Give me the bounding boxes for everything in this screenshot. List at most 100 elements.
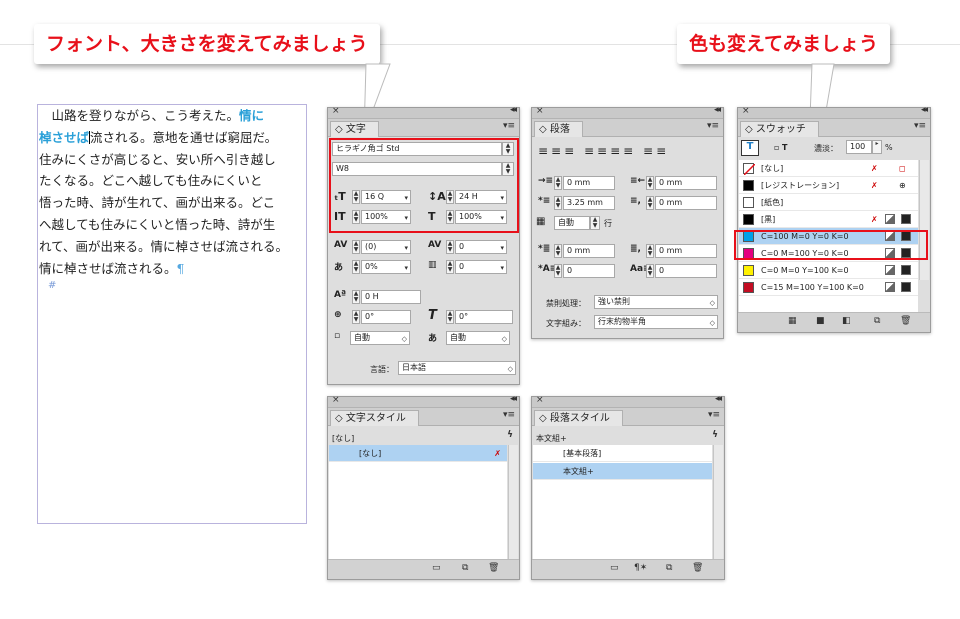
panel-menu-icon[interactable]: ▾≡ [914,121,926,131]
tab-swatches[interactable]: ◇ スウォッチ [740,121,819,137]
last-line-indent-field[interactable]: 0 mm [655,196,717,210]
text-line-7: れて、画が出来る。情に棹させば流される。 [39,238,289,254]
collapse-icon[interactable]: ◂◂ [714,105,721,115]
trash-icon[interactable]: 🗑 [900,316,911,326]
collapse-icon[interactable]: ◂◂ [510,394,517,404]
new-swatch-icon[interactable]: ⧉ [874,316,880,326]
clear-overrides-icon[interactable]: ¶✶ [634,563,647,573]
dropcap-n-stepper[interactable]: ▲ ▼ [646,264,654,278]
left-indent-field[interactable]: 0 mm [563,176,615,190]
tracking-field[interactable]: 0 ▾ [455,240,507,254]
folder-icon[interactable]: ▭ [610,563,619,573]
fill-stroke-icon[interactable]: T [741,140,759,156]
tracking-stepper[interactable]: ▲ ▼ [446,240,454,254]
tab-character-styles[interactable]: ◇ 文字スタイル [330,410,419,426]
skew-field[interactable]: 0° [455,310,513,324]
para-style-item[interactable]: [基本段落] [533,445,712,462]
aki-stepper[interactable]: ▲ ▼ [446,260,454,274]
text-line-8: 情に棹させば流される。¶ [39,260,185,276]
dropcap-chars-stepper[interactable]: ▲ ▼ [554,264,562,278]
show-all-swatches-icon[interactable]: ▦ [788,316,797,326]
mojikumi-select[interactable]: 行末約物半角 ◇ [594,315,718,329]
language-select[interactable]: 日本語 ◇ [398,361,516,375]
swatch-item[interactable]: [レジストレーション] ✗ ⊕ [739,177,918,194]
tint-label: 濃淡： [814,144,838,153]
panel-menu-icon[interactable]: ▾≡ [503,410,515,420]
first-line-indent-stepper[interactable]: ▲ ▼ [554,196,562,210]
current-char-style: [なし] [332,434,355,443]
baseline-shift-field[interactable]: 0 H [361,290,421,304]
new-style-icon[interactable]: ⧉ [666,563,672,573]
collapse-icon[interactable]: ◂◂ [921,105,928,115]
collapse-icon[interactable]: ◂◂ [510,105,517,115]
tint-slider-button[interactable]: ▸ [872,140,882,154]
folder-icon[interactable]: ▭ [432,563,441,573]
close-icon[interactable]: × [536,106,544,116]
paragraph-panel: × ◂◂ ◇ 段落 ▾≡ ≡≡≡ ≡≡≡≡ ≡≡ →≡ ▲ ▼ 0 mm ≡← ▲ ▼ … [531,105,724,339]
close-icon[interactable]: × [742,106,750,116]
dropcap-n-field[interactable]: 0 [655,264,717,278]
collapse-icon[interactable]: ◂◂ [715,394,722,404]
close-icon[interactable]: × [536,395,544,405]
kerning-stepper[interactable]: ▲ ▼ [352,240,360,254]
dropcap-lines-select[interactable]: 自動 [554,216,590,230]
kerning-field[interactable]: (0) ▾ [361,240,411,254]
space-before-stepper[interactable]: ▲ ▼ [554,244,562,258]
alignment-buttons[interactable]: ≡≡≡ ≡≡≡≡ ≡≡ [538,144,669,158]
swatch-item[interactable]: C=0 M=0 Y=100 K=0 [739,262,918,279]
container-text-toggle[interactable]: ▫ T [774,143,787,152]
aki-field[interactable]: 0 ▾ [455,260,507,274]
tsume-stepper[interactable]: ▲ ▼ [352,260,360,274]
baseline-shift-stepper[interactable]: ▲ ▼ [352,290,360,304]
swatch-chip [743,282,754,293]
aki-before-select[interactable]: 自動 ◇ [350,331,410,345]
new-style-icon[interactable]: ⧉ [462,563,468,573]
para-style-item-selected[interactable]: 本文組+ [533,463,712,480]
space-after-stepper[interactable]: ▲ ▼ [646,244,654,258]
close-icon[interactable]: × [332,395,340,405]
right-indent-icon: ≡← [630,176,646,186]
text-frame[interactable]: 山路を登りながら、こう考えた。情に 棹させば流される。意地を通せば窮屈だ。 住み… [37,104,307,524]
last-line-indent-stepper[interactable]: ▲ ▼ [646,196,654,210]
show-color-swatches-icon[interactable]: ■ [816,316,825,326]
swatch-item[interactable]: C=15 M=100 Y=100 K=0 [739,279,918,296]
first-line-indent-field[interactable]: 3.25 mm [563,196,615,210]
close-icon[interactable]: × [332,106,340,116]
panel-menu-icon[interactable]: ▾≡ [707,121,719,131]
show-gradient-swatches-icon[interactable]: ◧ [842,316,851,326]
skew-stepper[interactable]: ▲ ▼ [446,310,454,324]
tint-field[interactable]: 100 [846,140,872,154]
aki-after-select[interactable]: 自動 ◇ [446,331,510,345]
dropcap-chars-field[interactable]: 0 [563,264,615,278]
color-highlight-box [734,230,928,260]
lightning-icon[interactable]: ϟ [712,430,718,440]
rotate-stepper[interactable]: ▲ ▼ [352,310,360,324]
space-after-field[interactable]: 0 mm [655,244,717,258]
panel-menu-icon[interactable]: ▾≡ [503,121,515,131]
lightning-icon[interactable]: ϟ [507,430,513,440]
process-color-icon [885,265,895,275]
swatch-scrollbar[interactable] [919,160,929,280]
char-style-scrollbar[interactable] [508,445,518,559]
trash-icon[interactable]: 🗑 [692,563,703,573]
right-indent-field[interactable]: 0 mm [655,176,717,190]
trash-icon[interactable]: 🗑 [488,563,499,573]
right-indent-stepper[interactable]: ▲ ▼ [646,176,654,190]
tab-paragraph-styles[interactable]: ◇ 段落スタイル [534,410,623,426]
swatch-item[interactable]: [なし] ✗ ◻ [739,160,918,177]
space-before-icon: *≣ [538,244,551,254]
char-style-item[interactable]: [なし] ✗ [329,445,507,462]
space-before-field[interactable]: 0 mm [563,244,615,258]
tab-character[interactable]: ◇ 文字 [330,121,379,137]
panel-menu-icon[interactable]: ▾≡ [708,410,720,420]
rotate-field[interactable]: 0° [361,310,411,324]
left-indent-stepper[interactable]: ▲ ▼ [554,176,562,190]
dropcap-lines-dropdown[interactable]: ▲ ▼ [590,216,600,230]
current-para-style: 本文組+ [536,434,567,443]
swatch-item[interactable]: [紙色] [739,194,918,211]
kinsoku-select[interactable]: 強い禁則 ◇ [594,295,718,309]
tsume-field[interactable]: 0% ▾ [361,260,411,274]
para-style-scrollbar[interactable] [713,445,723,559]
swatch-item[interactable]: [黒] ✗ [739,211,918,228]
tab-paragraph[interactable]: ◇ 段落 [534,121,583,137]
